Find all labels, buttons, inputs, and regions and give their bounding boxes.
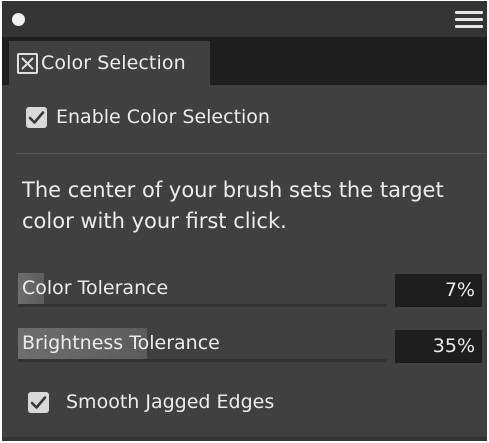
smooth-jagged-edges-label: Smooth Jagged Edges: [66, 391, 275, 413]
smooth-jagged-edges-checkbox[interactable]: [28, 391, 49, 413]
brightness-tolerance-label: Brightness Tolerance: [22, 332, 220, 354]
hamburger-menu-icon[interactable]: [455, 11, 483, 28]
color-tolerance-value-field[interactable]: 7%: [395, 274, 482, 307]
instructions-text: The center of your brush sets the target…: [22, 178, 444, 233]
brightness-tolerance-slider[interactable]: Brightness Tolerance: [18, 328, 387, 366]
brightness-tolerance-track: [18, 359, 387, 362]
section-divider: [16, 153, 487, 154]
color-tolerance-label: Color Tolerance: [22, 277, 169, 299]
tab-label: Color Selection: [41, 52, 186, 74]
panel-bottom-edge: [2, 437, 487, 441]
close-box-icon[interactable]: [17, 52, 38, 74]
tab-strip: Color Selection: [2, 37, 487, 85]
color-selection-panel: Color Selection Enable Color Selection T…: [2, 1, 487, 441]
smooth-jagged-edges-row[interactable]: Smooth Jagged Edges: [28, 391, 274, 413]
brightness-tolerance-value-field[interactable]: 35%: [395, 330, 482, 363]
tab-color-selection[interactable]: Color Selection: [9, 41, 210, 85]
enable-color-selection-label: Enable Color Selection: [56, 106, 270, 128]
panel-grip-icon[interactable]: [12, 13, 25, 26]
panel-titlebar[interactable]: [2, 1, 487, 37]
color-tolerance-track: [18, 304, 387, 307]
enable-color-selection-row[interactable]: Enable Color Selection: [26, 106, 270, 128]
color-tolerance-slider[interactable]: Color Tolerance: [18, 273, 387, 311]
enable-color-selection-checkbox[interactable]: [26, 106, 47, 128]
